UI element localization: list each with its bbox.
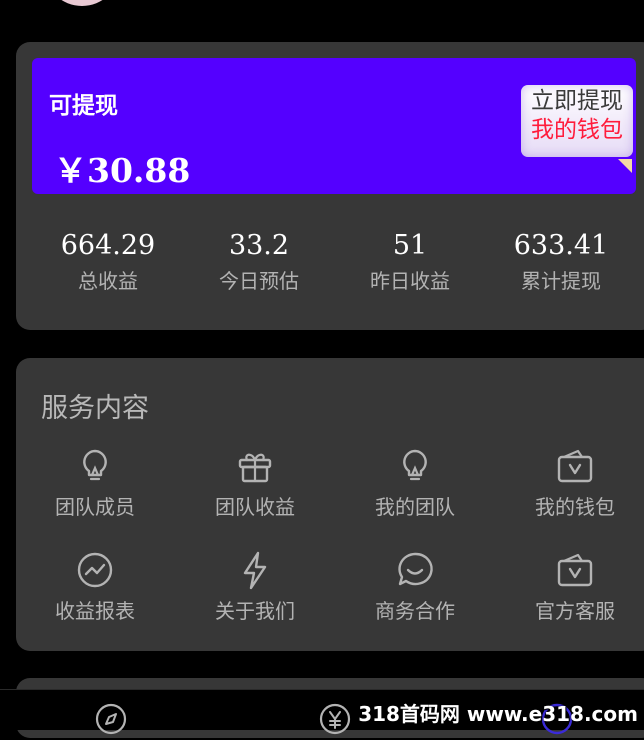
service-official-support[interactable]: 官方客服: [505, 550, 644, 624]
tab-discover[interactable]: [94, 702, 128, 740]
service-team-earnings[interactable]: 团队收益: [185, 446, 325, 520]
balance-panel: 可提现 ￥30.88 立即提现 我的钱包: [32, 58, 636, 194]
stat-total-earnings[interactable]: 664.29 总收益: [38, 228, 178, 296]
compass-icon: [95, 703, 127, 735]
wallet-icon: [557, 553, 593, 587]
avatar[interactable]: [44, 0, 120, 6]
stat-today-estimate[interactable]: 33.2 今日预估: [189, 228, 329, 296]
service-label: 团队收益: [215, 495, 295, 519]
chat-bubble-icon: [398, 552, 433, 586]
withdrawable-label: 可提现: [49, 93, 118, 119]
services-card: 服务内容 团队成员 团队收益 我的团队 我的钱包 收益报表 关于我们 商务合作 …: [16, 358, 644, 651]
chart-circle-icon: [77, 552, 113, 588]
stat-total-withdrawn[interactable]: 633.41 累计提现: [491, 228, 631, 296]
service-about-us[interactable]: 关于我们: [185, 550, 325, 624]
stat-value: 33.2: [228, 230, 290, 261]
service-label: 我的团队: [375, 495, 455, 519]
service-my-team[interactable]: 我的团队: [345, 446, 485, 520]
withdraw-wallet-button[interactable]: 立即提现 我的钱包: [521, 85, 633, 157]
stat-label: 昨日收益: [370, 269, 450, 293]
service-label: 收益报表: [55, 599, 135, 623]
stat-value: 633.41: [513, 230, 609, 261]
stats-row: 664.29 总收益 33.2 今日预估 51 昨日收益 633.41 累计提现: [32, 228, 636, 308]
service-label: 团队成员: [55, 495, 135, 519]
stat-label: 总收益: [78, 269, 138, 293]
service-label: 关于我们: [215, 599, 295, 623]
service-business-cooperation[interactable]: 商务合作: [345, 550, 485, 624]
corner-fold-decoration: [618, 159, 632, 173]
gift-icon: [238, 453, 272, 483]
yen-icon: [319, 703, 351, 735]
stat-value: 51: [392, 230, 428, 261]
service-earnings-report[interactable]: 收益报表: [25, 550, 165, 624]
service-my-wallet[interactable]: 我的钱包: [505, 446, 644, 520]
withdraw-now-label: 立即提现: [531, 88, 623, 114]
lightbulb-icon: [403, 449, 427, 481]
services-title: 服务内容: [41, 393, 149, 424]
stat-value: 664.29: [60, 230, 156, 261]
service-label: 商务合作: [375, 599, 455, 623]
lightning-icon: [243, 551, 267, 590]
watermark-text: 318首码网 www.e318.com: [358, 702, 638, 726]
balance-amount: ￥30.88: [54, 151, 191, 190]
wallet-icon: [557, 449, 593, 483]
stat-label: 今日预估: [219, 269, 299, 293]
earnings-card: 可提现 ￥30.88 立即提现 我的钱包 664.29 总收益 33.2 今日预…: [16, 42, 644, 330]
stat-yesterday-earnings[interactable]: 51 昨日收益: [340, 228, 480, 296]
tab-earnings[interactable]: [318, 702, 352, 740]
my-wallet-label: 我的钱包: [531, 117, 623, 143]
service-team-members[interactable]: 团队成员: [25, 446, 165, 520]
service-label: 我的钱包: [535, 495, 615, 519]
service-label: 官方客服: [535, 599, 615, 623]
stat-label: 累计提现: [521, 269, 601, 293]
lightbulb-icon: [83, 449, 107, 481]
